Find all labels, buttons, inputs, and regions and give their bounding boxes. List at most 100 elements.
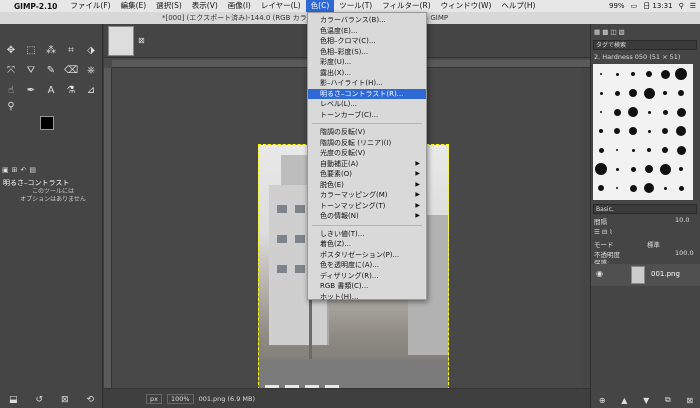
brush-swatch[interactable] <box>663 186 667 190</box>
brush-swatch[interactable] <box>614 128 620 134</box>
delete-layer-icon[interactable]: ⊠ <box>686 396 693 405</box>
menu-windows[interactable]: ウィンドウ(W) <box>436 0 497 12</box>
brush-swatch[interactable] <box>599 91 603 95</box>
colors-menu-item[interactable]: トーンマッピング(T) ▶ <box>308 201 426 211</box>
paths-icon[interactable]: ✒ <box>24 84 38 98</box>
brush-swatch[interactable] <box>662 128 668 134</box>
colors-menu-item[interactable]: レベル(L)... <box>308 99 426 109</box>
clock[interactable]: 日 13:31 <box>643 1 672 11</box>
colors-menu-item[interactable]: ディザリング(R)... <box>308 271 426 281</box>
paintbrush-icon[interactable]: ✎ <box>44 64 58 78</box>
brush-swatch[interactable] <box>676 126 686 136</box>
transform-icon[interactable]: ⬗ <box>84 44 98 58</box>
fuzzy-select-icon[interactable]: ⁂ <box>44 44 58 58</box>
layer-name[interactable]: 001.png <box>651 270 680 278</box>
brush-swatch[interactable] <box>644 183 654 193</box>
menu-select[interactable]: 選択(S) <box>151 0 187 12</box>
fg-bg-colors[interactable] <box>40 116 66 142</box>
colors-menu-item[interactable]: 彩度(U)... <box>308 57 426 67</box>
brush-swatch[interactable] <box>678 90 684 96</box>
vertical-scrollbar[interactable] <box>582 68 590 388</box>
colors-menu-item[interactable]: 自動補正(A) ▶ <box>308 159 426 169</box>
colors-menu-item[interactable]: カラーバランス(B)... <box>308 15 426 25</box>
control-center-icon[interactable]: ☰ <box>690 2 696 10</box>
menu-filters[interactable]: フィルター(R) <box>377 0 435 12</box>
eraser-icon[interactable]: ⌫ <box>64 64 78 78</box>
clone-icon[interactable]: ⎈ <box>84 64 98 78</box>
battery-icon[interactable]: ▭ <box>631 2 638 10</box>
colors-menu-item[interactable]: 色温度(E)... <box>308 26 426 36</box>
dock-tab-icons[interactable]: ▦ ▩ ◫ ▧ <box>594 28 625 36</box>
colors-menu-item[interactable]: 色相–クロマ(C)... <box>308 36 426 46</box>
brush-swatch[interactable] <box>599 129 603 133</box>
menu-colors[interactable]: 色(C) <box>305 0 335 12</box>
brush-swatch[interactable] <box>614 90 620 96</box>
raise-layer-icon[interactable]: ▲ <box>621 396 627 405</box>
menu-image[interactable]: 画像(I) <box>223 0 256 12</box>
brush-swatch[interactable] <box>631 72 635 76</box>
colors-menu-item[interactable]: 光度の反転(V) <box>308 148 426 158</box>
brush-swatch[interactable] <box>679 167 683 171</box>
colors-menu-item[interactable]: しきい値(T)... <box>308 229 426 239</box>
opacity-value[interactable]: 100.0 <box>675 249 694 257</box>
brush-swatch[interactable] <box>629 127 637 135</box>
device-status-tab-icon[interactable]: ⊞ <box>12 166 18 176</box>
brush-swatch[interactable] <box>615 167 619 171</box>
visibility-eye-icon[interactable]: ◉ <box>596 269 603 278</box>
smudge-icon[interactable]: ☝ <box>4 84 18 98</box>
tool-options-tab-icon[interactable]: ▣ <box>2 166 9 176</box>
menu-file[interactable]: ファイル(F) <box>65 0 115 12</box>
colors-menu-item[interactable]: 色を透明度に(A)... <box>308 260 426 270</box>
brush-swatch[interactable] <box>645 165 653 173</box>
colors-menu-item[interactable]: トーンカーブ(C)... <box>308 110 426 120</box>
brush-grid[interactable] <box>593 64 693 200</box>
colors-menu-item[interactable]: 明るさ–コントラスト(R)... <box>308 88 426 99</box>
colors-menu-item[interactable]: ポスタリゼーション(P)... <box>308 250 426 260</box>
brush-swatch[interactable] <box>662 109 668 115</box>
menu-help[interactable]: ヘルプ(H) <box>496 0 540 12</box>
colors-menu-item[interactable]: 影–ハイライト(H)... <box>308 78 426 88</box>
brush-swatch[interactable] <box>676 107 686 117</box>
layer-dock-tabs[interactable]: ☰ ⊟ ⌇ <box>594 228 613 236</box>
spacing-value[interactable]: 10.0 <box>675 216 689 224</box>
images-tab-icon[interactable]: ▤ <box>29 166 36 176</box>
mode-select[interactable]: 標準 <box>647 239 660 249</box>
brush-swatch[interactable] <box>678 185 684 191</box>
brush-swatch[interactable] <box>643 87 655 99</box>
brush-swatch[interactable] <box>647 110 651 114</box>
brush-swatch[interactable] <box>598 147 604 153</box>
brush-swatch[interactable] <box>613 108 621 116</box>
brush-swatch[interactable] <box>630 166 636 172</box>
brush-swatch[interactable] <box>647 129 651 133</box>
colors-menu-item[interactable]: ホット(H)... <box>308 292 426 302</box>
brush-swatch[interactable] <box>659 163 671 175</box>
brush-swatch[interactable] <box>676 145 686 155</box>
brush-swatch[interactable] <box>660 69 670 79</box>
menu-view[interactable]: 表示(V) <box>187 0 223 12</box>
brush-swatch[interactable] <box>631 148 635 152</box>
delete-icon[interactable]: ⊠ <box>61 395 69 405</box>
colors-menu-item[interactable]: カラーマッピング(M) ▶ <box>308 190 426 200</box>
colors-menu-item[interactable]: 色の情報(N) ▶ <box>308 211 426 221</box>
colors-menu-item[interactable]: 色相–彩度(S)... <box>308 47 426 57</box>
brush-swatch[interactable] <box>629 89 637 97</box>
measure-icon[interactable]: ⊿ <box>84 84 98 98</box>
colors-menu-item[interactable]: 着色(Z)... <box>308 239 426 249</box>
brush-swatch[interactable] <box>662 147 668 153</box>
brush-swatch[interactable] <box>629 184 637 192</box>
colors-menu-item[interactable]: 露出(X)... <box>308 68 426 78</box>
zoom-tool-icon[interactable]: ⚲ <box>4 100 18 114</box>
brush-swatch[interactable] <box>646 71 652 77</box>
brush-swatch[interactable] <box>615 72 619 76</box>
brush-preset[interactable]: Basic, <box>593 204 697 214</box>
layer-row[interactable]: ◉ 001.png <box>591 264 700 286</box>
brush-swatch[interactable] <box>595 163 607 175</box>
new-layer-icon[interactable]: ⊕ <box>599 396 606 405</box>
image-tab-thumbnail[interactable] <box>108 26 134 56</box>
brush-swatch[interactable] <box>628 107 638 117</box>
colors-menu-item[interactable]: 色要素(O) ▶ <box>308 169 426 179</box>
undo-history-tab-icon[interactable]: ↶ <box>21 166 27 176</box>
brush-tag-filter[interactable]: タグで検索 <box>593 40 697 50</box>
text-tool-icon[interactable]: A <box>44 84 58 98</box>
menu-tools[interactable]: ツール(T) <box>334 0 377 12</box>
